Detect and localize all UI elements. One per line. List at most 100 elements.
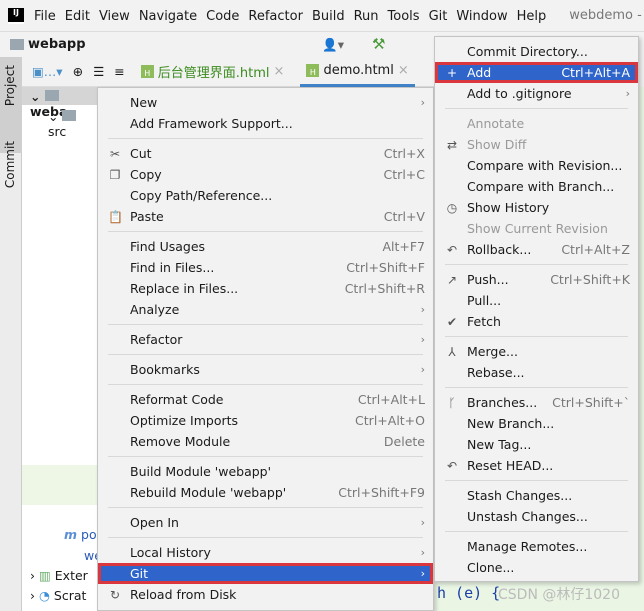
menu-item-reset-head[interactable]: ↶ Reset HEAD...: [435, 455, 638, 476]
menu-item-copy[interactable]: ❐ Copy Ctrl+C: [98, 164, 433, 185]
menu-item-show-history[interactable]: ◷ Show History: [435, 197, 638, 218]
menu-tools[interactable]: Tools: [388, 9, 420, 24]
menu-build[interactable]: Build: [312, 9, 345, 24]
project-view-selector[interactable]: ▣…▾: [32, 64, 63, 79]
menu-item-label: Compare with Branch...: [467, 179, 615, 194]
menu-item-label: Annotate: [467, 116, 525, 131]
menu-item-label: Find in Files...: [130, 260, 215, 275]
menu-edit[interactable]: Edit: [65, 9, 90, 24]
menu-item-rollback[interactable]: ↶ Rollback... Ctrl+Alt+Z: [435, 239, 638, 260]
menu-item-label: Add: [467, 65, 492, 80]
menu-code[interactable]: Code: [206, 9, 239, 24]
menu-item-manage-remotes[interactable]: Manage Remotes...: [435, 536, 638, 557]
menu-item-bookmarks[interactable]: Bookmarks ›: [98, 359, 433, 380]
menu-item-open-in[interactable]: Open In ›: [98, 512, 433, 533]
menu-item-label: New: [130, 95, 158, 110]
shortcut-label: Ctrl+Alt+O: [355, 413, 425, 428]
menu-item-remove-module[interactable]: Remove Module Delete: [98, 431, 433, 452]
close-icon[interactable]: ×: [398, 63, 409, 78]
menu-item-find-usages[interactable]: Find Usages Alt+F7: [98, 236, 433, 257]
fetch-icon: ✔: [446, 314, 458, 329]
menu-item-label: Cut: [130, 146, 152, 161]
shortcut-label: Ctrl+C: [383, 167, 425, 182]
menu-separator: [435, 104, 638, 113]
menu-item-rebuild-module-webapp[interactable]: Rebuild Module 'webapp' Ctrl+Shift+F9: [98, 482, 433, 503]
build-hammer-icon[interactable]: ⚒: [372, 35, 385, 53]
menu-item-paste[interactable]: 📋 Paste Ctrl+V: [98, 206, 433, 227]
menu-item-unstash-changes[interactable]: Unstash Changes...: [435, 506, 638, 527]
menu-item-label: Merge...: [467, 344, 518, 359]
menu-item-add-framework-support[interactable]: Add Framework Support...: [98, 113, 433, 134]
menu-item-stash-changes[interactable]: Stash Changes...: [435, 485, 638, 506]
menu-item-copy-path-reference[interactable]: Copy Path/Reference...: [98, 185, 433, 206]
menu-separator: [98, 503, 433, 512]
menu-git[interactable]: Git: [429, 9, 448, 24]
user-icon[interactable]: 👤▾: [322, 37, 344, 53]
menu-item-pull[interactable]: Pull...: [435, 290, 638, 311]
menu-item-local-history[interactable]: Local History ›: [98, 542, 433, 563]
chevron-right-icon: ›: [420, 333, 425, 346]
menu-window[interactable]: Window: [456, 9, 507, 24]
menu-view[interactable]: View: [99, 9, 130, 24]
menu-item-reformat-code[interactable]: Reformat Code Ctrl+Alt+L: [98, 389, 433, 410]
menu-item-merge[interactable]: ⅄ Merge...: [435, 341, 638, 362]
menu-item-label: Reset HEAD...: [467, 458, 554, 473]
menu-help[interactable]: Help: [517, 9, 547, 24]
shortcut-label: Ctrl+Alt+L: [357, 392, 425, 407]
menu-item-compare-with-branch[interactable]: Compare with Branch...: [435, 176, 638, 197]
menu-item-label: Show Current Revision: [467, 221, 608, 236]
menu-item-find-in-files[interactable]: Find in Files... Ctrl+Shift+F: [98, 257, 433, 278]
tab-demo-html[interactable]: Hdemo.html ×: [300, 57, 415, 87]
menu-item-new[interactable]: New ›: [98, 92, 433, 113]
menu-item-refactor[interactable]: Refactor ›: [98, 329, 433, 350]
html-file-icon: H: [306, 63, 320, 77]
menu-item-compare-with-revision[interactable]: Compare with Revision...: [435, 155, 638, 176]
menu-item-annotate[interactable]: Annotate: [435, 113, 638, 134]
tree-item-external-libraries[interactable]: › ▥ Exter: [30, 568, 88, 583]
editor-tabs: ▣…▾ ⊕ ☰ ≡ H 后台管理界面.html × Hdemo.html ×: [22, 57, 438, 87]
expand-all-icon[interactable]: ☰: [93, 64, 104, 79]
menu-item-new-branch[interactable]: New Branch...: [435, 413, 638, 434]
menu-item-replace-in-files[interactable]: Replace in Files... Ctrl+Shift+R: [98, 278, 433, 299]
menu-item-branches[interactable]: ᚴ Branches... Ctrl+Shift+`: [435, 392, 638, 413]
menu-item-clone[interactable]: Clone...: [435, 557, 638, 578]
menu-navigate[interactable]: Navigate: [139, 9, 197, 24]
tree-item-pom[interactable]: m po: [64, 527, 97, 542]
menu-refactor[interactable]: Refactor: [248, 9, 303, 24]
collapse-all-icon[interactable]: ≡: [114, 64, 124, 79]
code-text: h (e) {: [437, 584, 501, 602]
plus-icon: +: [446, 65, 458, 80]
shortcut-label: Ctrl+Shift+F9: [338, 485, 425, 500]
menu-item-show-current-revision[interactable]: Show Current Revision: [435, 218, 638, 239]
close-icon[interactable]: ×: [274, 64, 285, 79]
menu-item-label: Copy: [130, 167, 162, 182]
menu-item-git[interactable]: Git ›: [98, 563, 433, 584]
menu-item-new-tag[interactable]: New Tag...: [435, 434, 638, 455]
commit-tool-tab[interactable]: Commit: [0, 137, 22, 197]
menu-item-label: Commit Directory...: [467, 44, 588, 59]
menu-item-add[interactable]: + Add Ctrl+Alt+A: [435, 62, 638, 83]
menu-item-push[interactable]: ↗ Push... Ctrl+Shift+K: [435, 269, 638, 290]
menu-item-cut[interactable]: ✂ Cut Ctrl+X: [98, 143, 433, 164]
menu-item-analyze[interactable]: Analyze ›: [98, 299, 433, 320]
menu-item-add-to-gitignore[interactable]: Add to .gitignore ›: [435, 83, 638, 104]
menu-item-show-diff[interactable]: ⇄ Show Diff: [435, 134, 638, 155]
project-breadcrumb[interactable]: webapp: [28, 37, 86, 52]
menu-item-commit-directory[interactable]: Commit Directory...: [435, 41, 638, 62]
shortcut-label: Ctrl+Shift+F: [346, 260, 425, 275]
menu-item-build-module-webapp[interactable]: Build Module 'webapp': [98, 461, 433, 482]
menu-item-label: Analyze: [130, 302, 180, 317]
menu-item-rebase[interactable]: Rebase...: [435, 362, 638, 383]
locate-icon[interactable]: ⊕: [73, 64, 83, 79]
menu-item-label: Push...: [467, 272, 509, 287]
chevron-right-icon: ›: [420, 363, 425, 376]
tree-item-src[interactable]: ⌄ src: [48, 109, 98, 139]
menu-file[interactable]: File: [34, 9, 56, 24]
menu-item-optimize-imports[interactable]: Optimize Imports Ctrl+Alt+O: [98, 410, 433, 431]
tree-item-scratches[interactable]: › ◔ Scrat: [30, 588, 86, 603]
tab-admin-html[interactable]: H 后台管理界面.html ×: [135, 57, 291, 87]
menu-item-reload-from-disk[interactable]: ↻ Reload from Disk: [98, 584, 433, 605]
menu-run[interactable]: Run: [354, 9, 379, 24]
menu-item-fetch[interactable]: ✔ Fetch: [435, 311, 638, 332]
left-tool-strip: Project Commit: [0, 57, 22, 611]
